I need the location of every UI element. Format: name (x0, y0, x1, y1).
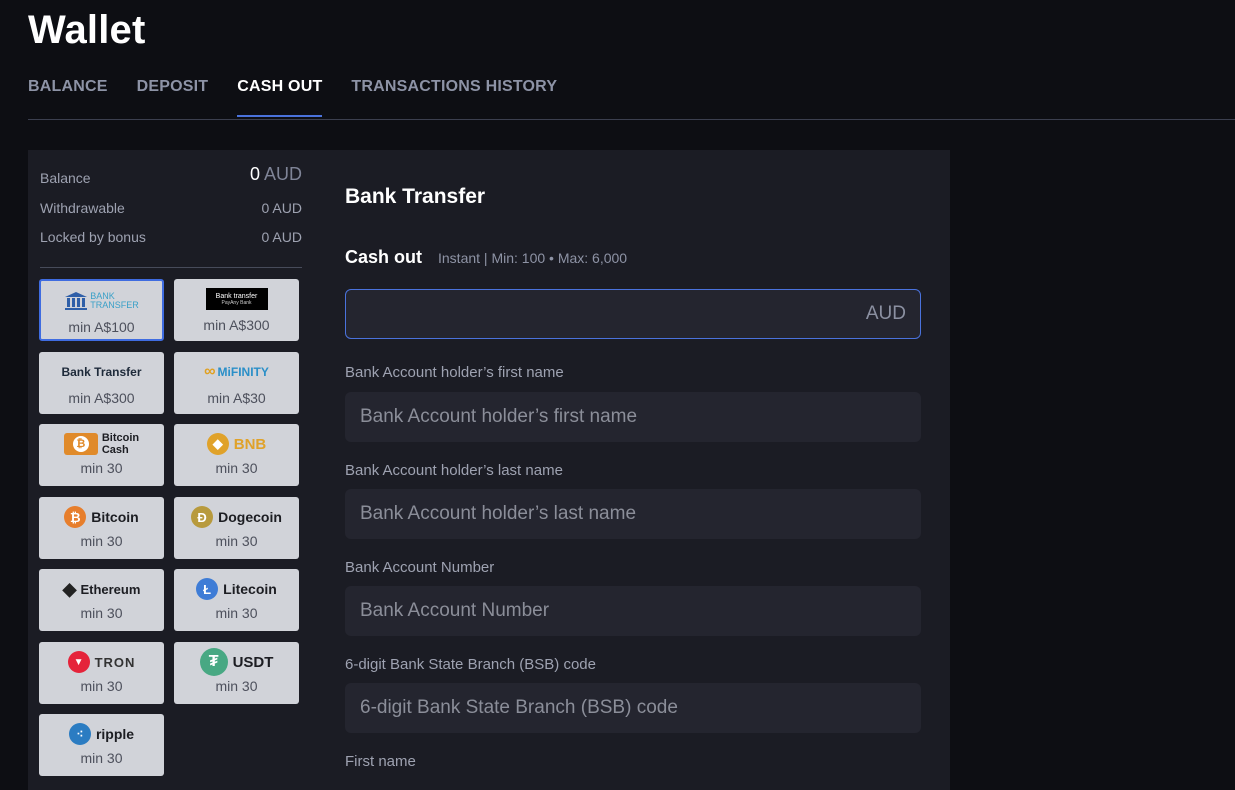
method-bank-transfer-alt[interactable]: Bank Transfer min A$300 (39, 352, 164, 414)
method-bitcoin-cash[interactable]: ₿ Bitcoin Cash min 30 (39, 424, 164, 486)
tron-logo-text: TRON (94, 654, 136, 670)
balance-label: Balance (40, 170, 91, 186)
bitcoin-icon: ₿ (64, 506, 87, 528)
dogecoin-logo: Ð Dogecoin (191, 501, 282, 533)
balance-row: Balance 0 AUD (40, 164, 302, 186)
first-name-field-label: First name (345, 753, 416, 770)
method-bnb[interactable]: ◆ BNB min 30 (174, 424, 299, 486)
ripple-logo: ⁖ ripple (68, 718, 135, 750)
tab-deposit[interactable]: DEPOSIT (137, 78, 209, 117)
tab-balance[interactable]: BALANCE (28, 78, 108, 117)
bnb-icon: ◆ (206, 433, 229, 455)
wallet-tabs: BALANCE DEPOSIT CASH OUT TRANSACTIONS HI… (28, 78, 586, 117)
first-name-label: Bank Account holder’s first name (345, 364, 564, 381)
method-tron[interactable]: ▼ TRON min 30 (39, 642, 164, 704)
method-bitcoin[interactable]: ₿ Bitcoin min 30 (39, 497, 164, 559)
method-min: min 30 (215, 678, 258, 694)
bnb-logo-text: BNB (233, 435, 267, 453)
bank-holder-first-name-input[interactable] (345, 392, 921, 442)
bank-holder-last-name-input[interactable] (345, 489, 921, 539)
method-min: min 30 (215, 605, 258, 621)
method-litecoin[interactable]: Ł Litecoin min 30 (174, 569, 299, 631)
method-ethereum[interactable]: ◆ Ethereum min 30 (39, 569, 164, 631)
method-min: min A$30 (207, 390, 266, 406)
infinity-icon: ∞ (204, 363, 216, 380)
ripple-logo-text: ripple (95, 726, 135, 742)
tab-transactions-history[interactable]: TRANSACTIONS HISTORY (351, 78, 557, 117)
method-min: min 30 (80, 605, 123, 621)
form-title: Bank Transfer (345, 185, 486, 208)
locked-bonus-label: Locked by bonus (40, 229, 146, 245)
balance-divider (40, 267, 302, 268)
balance-amount: 0 (249, 164, 260, 184)
tab-cash-out[interactable]: CASH OUT (237, 78, 323, 117)
cashout-limits: Instant | Min: 100 • Max: 6,000 (438, 250, 628, 266)
method-payany-bank-transfer[interactable]: Bank transfer PayAny Bank min A$300 (174, 279, 299, 341)
method-min: min A$300 (203, 317, 270, 333)
mifinity-logo: ∞ MiFINITY (204, 356, 269, 388)
method-usdt[interactable]: ₮ USDT min 30 (174, 642, 299, 704)
usdt-logo: ₮ USDT (199, 646, 274, 678)
bitcoin-cash-logo-bottom: Cash (101, 444, 129, 456)
ripple-icon: ⁖ (68, 723, 91, 745)
method-min: min 30 (80, 533, 123, 549)
method-bank-transfer[interactable]: BANK TRANSFER min A$100 (39, 279, 164, 341)
withdrawable-row: Withdrawable 0 AUD (40, 200, 302, 216)
account-number-label: Bank Account Number (345, 559, 495, 576)
ethereum-logo: ◆ Ethereum (63, 573, 141, 605)
ethereum-logo-text: Ethereum (80, 581, 141, 597)
page-title: Wallet (28, 8, 146, 52)
locked-bonus-value: 0 AUD (261, 229, 302, 245)
bsb-code-label: 6-digit Bank State Branch (BSB) code (345, 656, 596, 673)
amount-currency: AUD (865, 303, 906, 324)
dogecoin-logo-text: Dogecoin (218, 509, 282, 525)
litecoin-icon: Ł (196, 578, 219, 600)
cashout-label: Cash out (345, 247, 423, 267)
usdt-logo-text: USDT (232, 653, 274, 671)
tron-logo: ▼ TRON (67, 646, 136, 678)
method-dogecoin[interactable]: Ð Dogecoin min 30 (174, 497, 299, 559)
method-min: min A$300 (68, 390, 135, 406)
bitcoin-cash-logo: ₿ Bitcoin Cash (63, 428, 140, 460)
litecoin-logo: Ł Litecoin (196, 573, 277, 605)
bank-transfer-logo: BANK TRANSFER (64, 285, 139, 317)
method-mifinity[interactable]: ∞ MiFINITY min A$30 (174, 352, 299, 414)
locked-bonus-row: Locked by bonus 0 AUD (40, 229, 302, 245)
payany-logo-bottom: PayAny Bank (221, 299, 252, 306)
ethereum-icon: ◆ (62, 578, 77, 599)
withdrawable-value: 0 AUD (261, 200, 302, 216)
amount-input[interactable]: AUD (345, 289, 921, 339)
bitcoin-cash-logo-top: Bitcoin (101, 432, 140, 444)
tether-icon: ₮ (199, 648, 228, 676)
balance-value: 0 AUD (250, 164, 302, 186)
bitcoin-logo: ₿ Bitcoin (64, 501, 139, 533)
method-min: min 30 (215, 533, 258, 549)
method-min: min 30 (80, 460, 123, 476)
bank-transfer-text-logo: Bank Transfer (61, 365, 142, 379)
method-min: min 30 (215, 460, 258, 476)
tron-icon: ▼ (67, 651, 90, 673)
mifinity-logo-text: MiFINITY (217, 365, 269, 379)
balance-currency: AUD (263, 164, 302, 184)
withdrawable-label: Withdrawable (40, 200, 125, 216)
method-min: min 30 (80, 678, 123, 694)
bsb-code-input[interactable] (345, 683, 921, 733)
method-min: min 30 (80, 750, 123, 766)
last-name-label: Bank Account holder’s last name (345, 462, 563, 479)
bank-icon (65, 292, 88, 310)
litecoin-logo-text: Litecoin (223, 581, 277, 597)
tabs-divider (28, 119, 1235, 120)
bnb-logo: ◆ BNB (206, 428, 267, 460)
method-min: min A$100 (68, 319, 135, 335)
method-ripple[interactable]: ⁖ ripple min 30 (39, 714, 164, 776)
dogecoin-icon: Ð (191, 506, 214, 528)
bank-logo-bottom: TRANSFER (90, 300, 139, 310)
bitcoin-logo-text: Bitcoin (91, 509, 139, 525)
cash-out-panel: Balance 0 AUD Withdrawable 0 AUD Locked b… (28, 150, 950, 790)
bank-account-number-input[interactable] (345, 586, 921, 636)
payany-logo-top: Bank transfer (215, 292, 258, 300)
payany-logo: Bank transfer PayAny Bank (205, 283, 268, 315)
bitcoin-cash-icon: ₿ (63, 433, 98, 455)
